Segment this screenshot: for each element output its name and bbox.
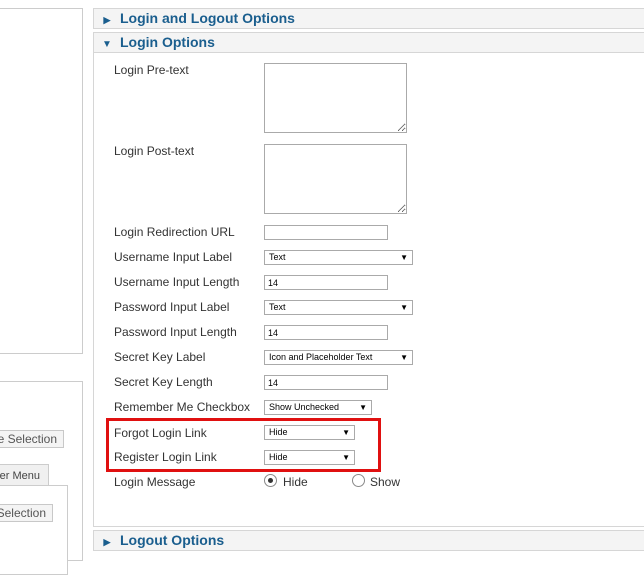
- password-input-label-label: Password Input Label: [114, 300, 230, 314]
- triangle-down-icon: ▼: [102, 39, 112, 50]
- tab-user-menu[interactable]: er Menu: [0, 464, 49, 486]
- login-message-show-label: Show: [370, 475, 401, 489]
- login-redirect-url-label: Login Redirection URL: [114, 225, 235, 239]
- username-input-length-label: Username Input Length: [114, 275, 240, 289]
- secret-key-label-label: Secret Key Label: [114, 350, 206, 364]
- panel-logout-options[interactable]: ▶ Logout Options: [93, 530, 644, 551]
- login-pretext-label: Login Pre-text: [114, 63, 189, 77]
- chevron-down-icon: ▼: [400, 303, 408, 312]
- panel-title: Login and Logout Options: [120, 10, 295, 26]
- left-inner-panel: Selection: [0, 485, 68, 575]
- panel-title: Login Options: [120, 34, 215, 50]
- login-message-hide-radio[interactable]: [264, 474, 277, 487]
- login-pretext-textarea[interactable]: [264, 63, 407, 133]
- password-input-label-select[interactable]: Text ▼: [264, 300, 413, 315]
- secret-key-label-select[interactable]: Icon and Placeholder Text ▼: [264, 350, 413, 365]
- select-value: Text: [269, 302, 286, 312]
- select-value: Text: [269, 252, 286, 262]
- chevron-down-icon: ▼: [400, 253, 408, 262]
- panel-login-logout-options[interactable]: ▶ Login and Logout Options: [93, 8, 644, 29]
- left-panel-top: [0, 8, 83, 354]
- select-value: Show Unchecked: [269, 402, 340, 412]
- left-panel-bottom: e Selection er Menu Selection: [0, 381, 83, 575]
- triangle-right-icon: ▶: [103, 15, 111, 25]
- secret-key-length-input[interactable]: [264, 375, 388, 390]
- panel-title: Logout Options: [120, 532, 225, 548]
- login-redirect-url-input[interactable]: [264, 225, 388, 240]
- login-message-label: Login Message: [114, 475, 196, 489]
- chevron-down-icon: ▼: [359, 403, 367, 412]
- login-message-show-radio[interactable]: [352, 474, 365, 487]
- secret-key-length-label: Secret Key Length: [114, 375, 213, 389]
- login-message-hide-label: Hide: [283, 475, 308, 489]
- username-input-length-input[interactable]: [264, 275, 388, 290]
- chevron-down-icon: ▼: [400, 353, 408, 362]
- triangle-right-icon: ▶: [103, 537, 111, 547]
- login-posttext-label: Login Post-text: [114, 144, 195, 158]
- username-input-label-select[interactable]: Text ▼: [264, 250, 413, 265]
- highlight-box: [106, 418, 381, 472]
- select-value: Icon and Placeholder Text: [269, 352, 373, 362]
- login-posttext-textarea[interactable]: [264, 144, 407, 214]
- remember-me-checkbox-label: Remember Me Checkbox: [114, 400, 251, 414]
- remember-me-checkbox-select[interactable]: Show Unchecked ▼: [264, 400, 372, 415]
- panel-login-options[interactable]: ▼ Login Options: [93, 32, 644, 53]
- username-input-label-label: Username Input Label: [114, 250, 233, 264]
- password-input-length-input[interactable]: [264, 325, 388, 340]
- password-input-length-label: Password Input Length: [114, 325, 237, 339]
- selection-button[interactable]: Selection: [0, 504, 53, 522]
- clear-selection-button[interactable]: e Selection: [0, 430, 64, 448]
